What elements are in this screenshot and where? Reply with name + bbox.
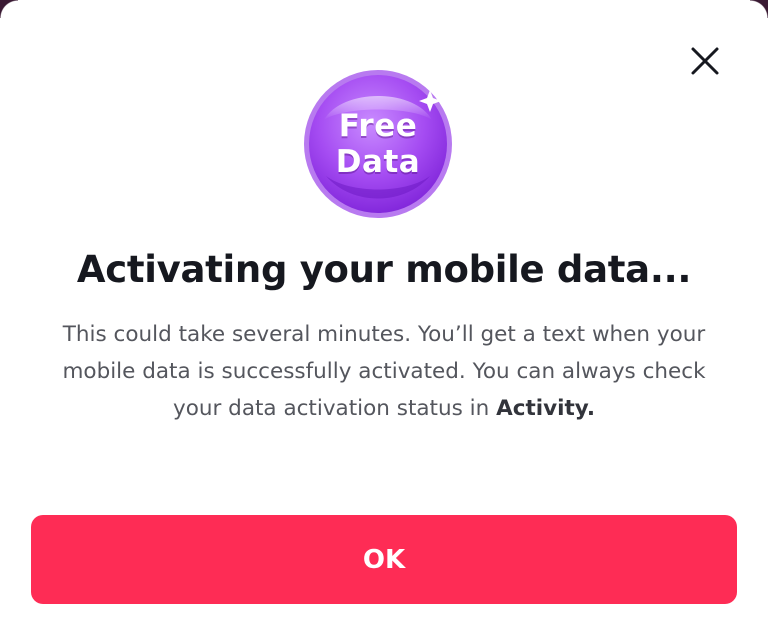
badge-line-data: Data: [335, 144, 421, 180]
close-icon: [691, 47, 719, 75]
backdrop-corner-left: [0, 0, 18, 18]
dialog-title: Activating your mobile data...: [76, 248, 692, 291]
ok-button-label: OK: [362, 544, 406, 575]
backdrop-corner-right: [750, 0, 768, 18]
message-text: This could take several minutes. You’ll …: [62, 322, 706, 421]
badge-label: Free Data: [302, 68, 454, 220]
ok-button[interactable]: OK: [31, 515, 737, 604]
badge-line-free: Free: [338, 108, 418, 144]
activity-link-text: Activity.: [496, 396, 595, 421]
activation-dialog: Free Data Activating your mobile data...…: [0, 0, 768, 634]
free-data-badge: Free Data: [302, 68, 454, 220]
close-button[interactable]: [682, 38, 728, 84]
dialog-message: This could take several minutes. You’ll …: [40, 316, 728, 427]
